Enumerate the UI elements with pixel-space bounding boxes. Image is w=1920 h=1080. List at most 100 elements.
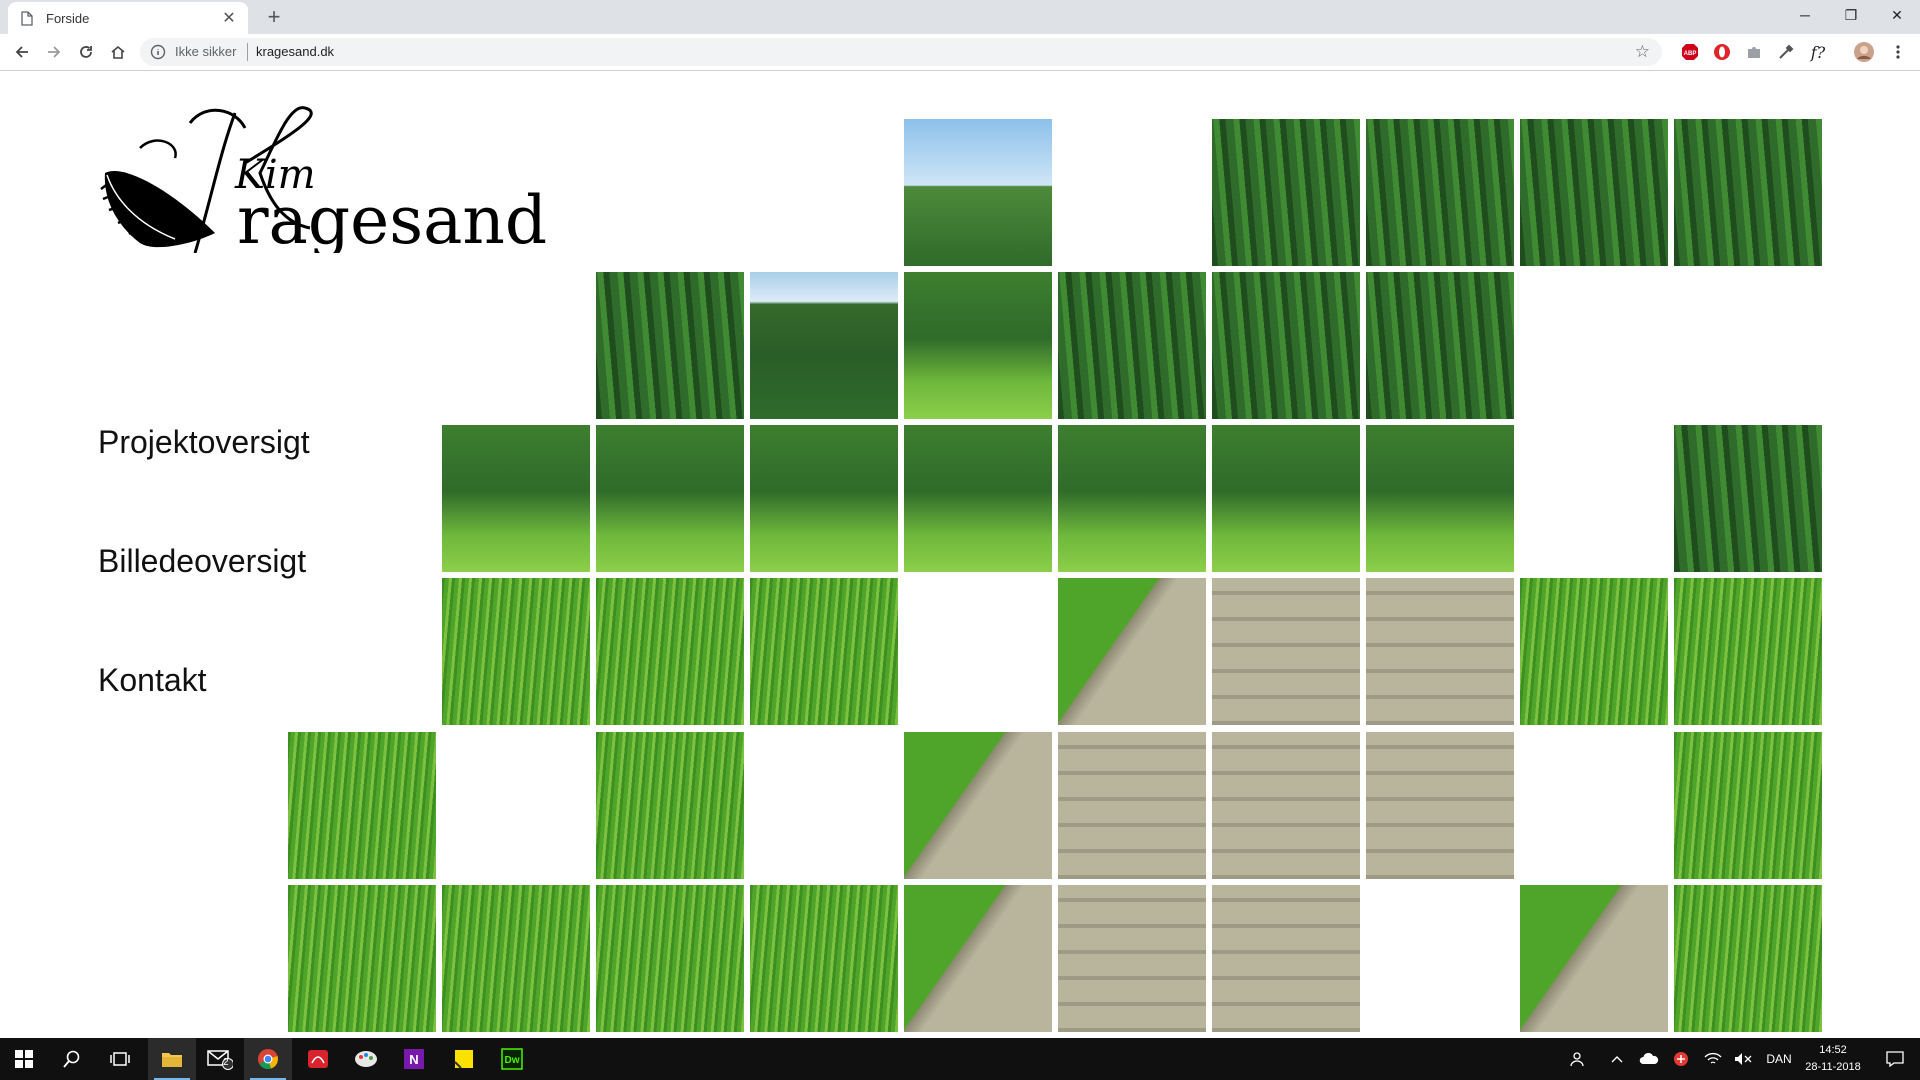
start-icon[interactable] [0, 1038, 48, 1080]
arrow-right-icon [48, 46, 61, 58]
wifi-icon[interactable] [1700, 1038, 1726, 1080]
photo-tile [1520, 119, 1668, 266]
home-icon [111, 45, 125, 59]
close-tab-icon[interactable]: ✕ [220, 8, 238, 28]
url-text[interactable]: kragesand.dk [256, 44, 334, 59]
task-view-icon[interactable] [96, 1038, 144, 1080]
photo-tile [904, 119, 1052, 266]
page-icon [20, 10, 34, 26]
photo-tile [442, 885, 590, 1032]
svg-text:N: N [409, 1052, 418, 1067]
divider [247, 43, 248, 61]
photo-tile [442, 578, 590, 725]
restore-button[interactable]: ❐ [1828, 0, 1874, 30]
photo-tile [596, 885, 744, 1032]
photo-tile [1674, 885, 1822, 1032]
photo-tile [1058, 578, 1206, 725]
photo-tile [1058, 885, 1206, 1032]
nav-kontakt[interactable]: Kontakt [98, 662, 207, 699]
photo-tile [1212, 885, 1360, 1032]
chrome-icon[interactable] [244, 1038, 292, 1080]
sticky-notes-icon[interactable] [440, 1038, 488, 1080]
new-tab-button[interactable]: + [262, 5, 286, 29]
acrobat-icon[interactable] [294, 1038, 342, 1080]
photo-tile [1366, 578, 1514, 725]
photo-tile [750, 885, 898, 1032]
tab-forside[interactable]: Forside ✕ [8, 2, 248, 34]
profile-avatar[interactable] [1854, 42, 1874, 62]
photo-tile [750, 578, 898, 725]
chevron-up-icon[interactable] [1604, 1038, 1630, 1080]
site-logo[interactable]: Kim ragesand [95, 103, 570, 253]
photo-tile [904, 425, 1052, 572]
file-explorer-icon[interactable] [148, 1038, 196, 1080]
onedrive-icon[interactable] [1636, 1038, 1662, 1080]
photo-tile [904, 732, 1052, 879]
photo-tile [904, 272, 1052, 419]
photo-tile [1366, 732, 1514, 879]
svg-text:ABP: ABP [1684, 51, 1697, 57]
forward-button[interactable] [41, 39, 67, 65]
mail-icon[interactable]: 2 [196, 1038, 244, 1080]
photo-tile [1520, 578, 1668, 725]
photo-tile [750, 425, 898, 572]
photo-tile [596, 425, 744, 572]
volume-muted-icon[interactable] [1730, 1038, 1756, 1080]
photo-tile [1674, 425, 1822, 572]
eyedropper-icon[interactable] [1776, 42, 1796, 62]
info-icon[interactable] [150, 44, 166, 60]
opera-icon[interactable] [1712, 42, 1732, 62]
bookmark-star-icon[interactable]: ☆ [1635, 42, 1650, 62]
photo-tile [1212, 578, 1360, 725]
svg-text:Dw: Dw [505, 1055, 520, 1066]
home-button[interactable] [105, 39, 131, 65]
people-icon[interactable] [1564, 1038, 1590, 1080]
photo-tile [1674, 119, 1822, 266]
photo-tile [1674, 578, 1822, 725]
page-content: Kim ragesand Projektoversigt Billedeover… [0, 71, 1920, 1038]
arrow-left-icon [15, 46, 28, 58]
menu-icon[interactable] [1888, 42, 1908, 62]
whatfont-icon[interactable]: f? [1808, 42, 1828, 62]
onenote-icon[interactable]: N [390, 1038, 438, 1080]
abp-icon[interactable]: ABP [1680, 42, 1700, 62]
photo-tile [1212, 425, 1360, 572]
reload-icon [80, 46, 92, 58]
tab-strip: Forside ✕ + ─ ❐ ✕ [0, 0, 1920, 34]
reload-button[interactable] [73, 39, 99, 65]
feather-icon [100, 171, 215, 248]
browser-chrome: Forside ✕ + ─ ❐ ✕ Ikke sikker kragesand.… [0, 0, 1920, 71]
tab-title: Forside [46, 10, 90, 26]
back-button[interactable] [9, 39, 35, 65]
paint-icon[interactable] [342, 1038, 390, 1080]
address-bar[interactable]: Ikke sikker kragesand.dk ☆ [140, 38, 1662, 66]
nav-billedeoversigt[interactable]: Billedeoversigt [98, 543, 306, 580]
photo-tile [1058, 425, 1206, 572]
photo-tile [596, 272, 744, 419]
toolbar: Ikke sikker kragesand.dk ☆ ABP f? [0, 34, 1920, 71]
photo-tile [596, 732, 744, 879]
nav-projektoversigt[interactable]: Projektoversigt [98, 424, 310, 461]
photo-tile [1058, 272, 1206, 419]
photo-tile [1212, 732, 1360, 879]
dreamweaver-icon[interactable]: Dw [488, 1038, 536, 1080]
antivirus-icon[interactable] [1668, 1038, 1694, 1080]
puzzle-icon[interactable] [1744, 42, 1764, 62]
photo-tile [288, 885, 436, 1032]
minimize-button[interactable]: ─ [1782, 0, 1828, 30]
clock-date: 28-11-2018 [1805, 1061, 1861, 1073]
language-indicator[interactable]: DAN [1760, 1038, 1798, 1080]
photo-tile [1520, 885, 1668, 1032]
action-center-icon[interactable] [1874, 1038, 1916, 1080]
system-clock[interactable]: 14:52 28-11-2018 [1798, 1042, 1868, 1076]
close-window-button[interactable]: ✕ [1874, 0, 1920, 30]
clock-time: 14:52 [1819, 1044, 1847, 1056]
security-label: Ikke sikker [175, 44, 237, 59]
photo-tile [442, 425, 590, 572]
photo-tile [1058, 732, 1206, 879]
windows-taskbar: 2 N Dw DAN 14:52 28-11-2018 [0, 1038, 1920, 1080]
search-icon[interactable] [48, 1038, 96, 1080]
photo-tile [1366, 272, 1514, 419]
mail-badge: 2 [223, 1057, 229, 1068]
photo-tile [750, 272, 898, 419]
